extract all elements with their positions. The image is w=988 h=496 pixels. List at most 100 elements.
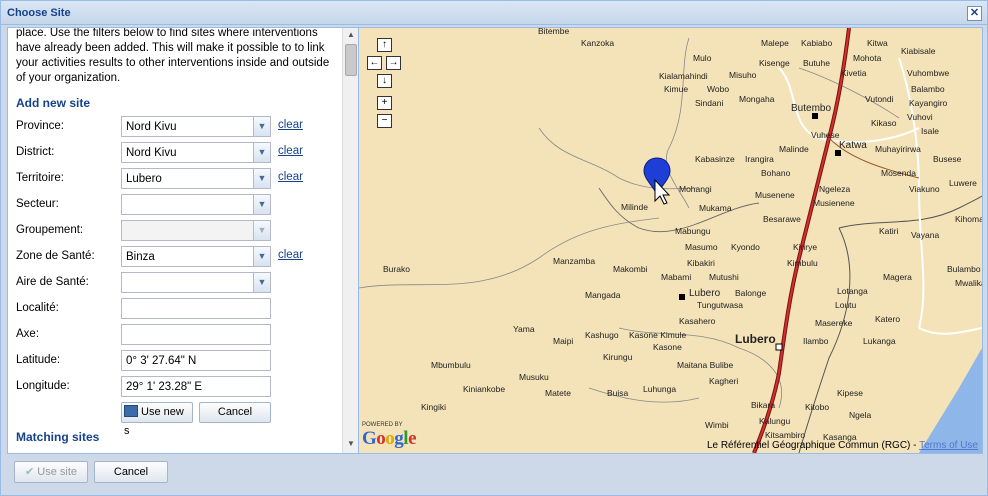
choose-site-dialog: Choose Site ✕ place. Use the filters bel… — [0, 0, 988, 496]
map-label: Burako — [383, 264, 410, 274]
map-label: Musuku — [519, 372, 549, 382]
map-label: Bikara — [751, 400, 776, 410]
boundary-line — [665, 37, 690, 209]
pan-down-button[interactable]: ↓ — [377, 74, 392, 88]
axe-input[interactable] — [121, 324, 271, 345]
longitude-value: 29° 1' 23.28" E — [126, 381, 203, 393]
map-label: Masereke — [815, 318, 853, 328]
secteur-combo[interactable]: ▼ — [121, 194, 271, 215]
dialog-body: place. Use the filters below to find sit… — [7, 27, 983, 454]
map-label: Kiniankobe — [463, 384, 506, 394]
chevron-down-icon[interactable]: ▼ — [253, 143, 270, 162]
scroll-thumb[interactable] — [345, 44, 357, 76]
map-label: Kihoma — [955, 214, 982, 224]
zoom-out-button[interactable]: − — [377, 114, 392, 128]
chevron-down-icon[interactable]: ▼ — [253, 221, 270, 240]
site-form-panel: place. Use the filters below to find sit… — [8, 28, 349, 453]
form-scrollbar[interactable]: ▲ ▼ — [342, 28, 358, 453]
pan-right-button[interactable]: → — [386, 56, 401, 70]
map-label: Ngela — [849, 410, 872, 420]
map-label: Wobo — [707, 84, 730, 94]
chevron-down-icon[interactable]: ▼ — [253, 169, 270, 188]
map-label: Bohano — [761, 168, 791, 178]
province-combo[interactable]: Nord Kivu ▼ — [121, 116, 271, 137]
aire-sante-label: Aire de Santé: — [16, 276, 89, 288]
map-label: Mohangi — [679, 184, 712, 194]
footer-cancel-button[interactable]: Cancel — [94, 461, 168, 483]
axe-row: Axe: — [16, 324, 341, 346]
map-panel[interactable]: ↑ ← → ↓ + − Bitembe Kanzoka Malepe Kabia… — [359, 28, 982, 453]
map-label: Viakuno — [909, 184, 940, 194]
district-combo[interactable]: Nord Kivu ▼ — [121, 142, 271, 163]
boundary-line — [538, 127, 700, 190]
dialog-titlebar[interactable]: Choose Site ✕ — [1, 1, 987, 25]
use-site-button[interactable]: ✔ Use site — [14, 461, 88, 483]
scroll-down-icon[interactable]: ▼ — [345, 439, 357, 451]
zone-sante-clear-link[interactable]: clear — [278, 249, 303, 261]
chevron-down-icon[interactable]: ▼ — [253, 273, 270, 292]
lubero-small-marker — [679, 294, 685, 300]
localite-row: Localité: — [16, 298, 341, 320]
form-cancel-button[interactable]: Cancel — [199, 402, 271, 423]
map-label: Bulambo — [947, 264, 981, 274]
map-label: Mangada — [585, 290, 621, 300]
chevron-down-icon[interactable]: ▼ — [253, 195, 270, 214]
pan-left-button[interactable]: ← — [367, 56, 382, 70]
localite-input[interactable] — [121, 298, 271, 319]
longitude-input[interactable]: 29° 1' 23.28" E — [121, 376, 271, 397]
map-label: Kanzoka — [581, 38, 615, 48]
map-label: Irangira — [745, 154, 774, 164]
district-clear-link[interactable]: clear — [278, 145, 303, 157]
province-label: Province: — [16, 120, 64, 132]
province-row: Province: Nord Kivu ▼ clear — [16, 116, 341, 138]
map-label: Balambo — [911, 84, 945, 94]
zone-sante-combo[interactable]: Binza ▼ — [121, 246, 271, 267]
map-label: Kivetia — [841, 68, 867, 78]
google-logo[interactable]: POWERED BY Google — [362, 422, 416, 450]
map-label: Kasone — [653, 342, 682, 352]
use-new-site-button[interactable]: Use new s — [121, 402, 193, 437]
territoire-clear-link[interactable]: clear — [278, 171, 303, 183]
map-label: Kialamahindi — [659, 71, 708, 81]
map-label: Magera — [883, 272, 912, 282]
latitude-input[interactable]: 0° 3' 27.64" N — [121, 350, 271, 371]
longitude-label: Longitude: — [16, 380, 70, 392]
pan-up-button[interactable]: ↑ — [377, 38, 392, 52]
chevron-down-icon[interactable]: ▼ — [253, 117, 270, 136]
boundary-line — [359, 217, 660, 289]
zone-sante-row: Zone de Santé: Binza ▼ clear — [16, 246, 341, 268]
axe-label: Axe: — [16, 328, 40, 340]
map-label: Besarawe — [763, 214, 801, 224]
territoire-row: Territoire: Lubero ▼ clear — [16, 168, 341, 190]
secteur-row: Secteur: ▼ — [16, 194, 341, 216]
map-label: Kashugo — [585, 330, 619, 340]
map-label: Kirirye — [793, 242, 818, 252]
latitude-value: 0° 3' 27.64" N — [126, 355, 197, 367]
map-label: Katero — [875, 314, 901, 324]
chevron-down-icon[interactable]: ▼ — [253, 247, 270, 266]
map-label: Misuho — [729, 70, 757, 80]
map-label: Musenene — [755, 190, 795, 200]
matching-sites-heading: Matching sites — [16, 430, 100, 444]
map-label: Busese — [933, 154, 962, 164]
map-label: Milinde — [621, 202, 648, 212]
map-label: Malepe — [761, 38, 789, 48]
map-label: Balonge — [735, 288, 767, 298]
groupement-row: Groupement: ▼ — [16, 220, 341, 242]
map-label: Manzamba — [553, 256, 596, 266]
terms-of-use-link[interactable]: Terms of Use — [919, 440, 978, 451]
scroll-up-icon[interactable]: ▲ — [345, 30, 357, 42]
map-label: Isale — [921, 126, 939, 136]
groupement-combo[interactable]: ▼ — [121, 220, 271, 241]
map-label: Butuhe — [803, 58, 830, 68]
map-label: Mabami — [661, 272, 692, 282]
map-label: Kisenge — [759, 58, 790, 68]
province-clear-link[interactable]: clear — [278, 119, 303, 131]
map-label: Maipi — [553, 336, 574, 346]
territoire-combo[interactable]: Lubero ▼ — [121, 168, 271, 189]
aire-sante-combo[interactable]: ▼ — [121, 272, 271, 293]
map-label: Kibakiri — [687, 258, 715, 268]
close-icon[interactable]: ✕ — [967, 6, 982, 21]
zoom-in-button[interactable]: + — [377, 96, 392, 110]
map-label: Kabiabo — [801, 38, 833, 48]
